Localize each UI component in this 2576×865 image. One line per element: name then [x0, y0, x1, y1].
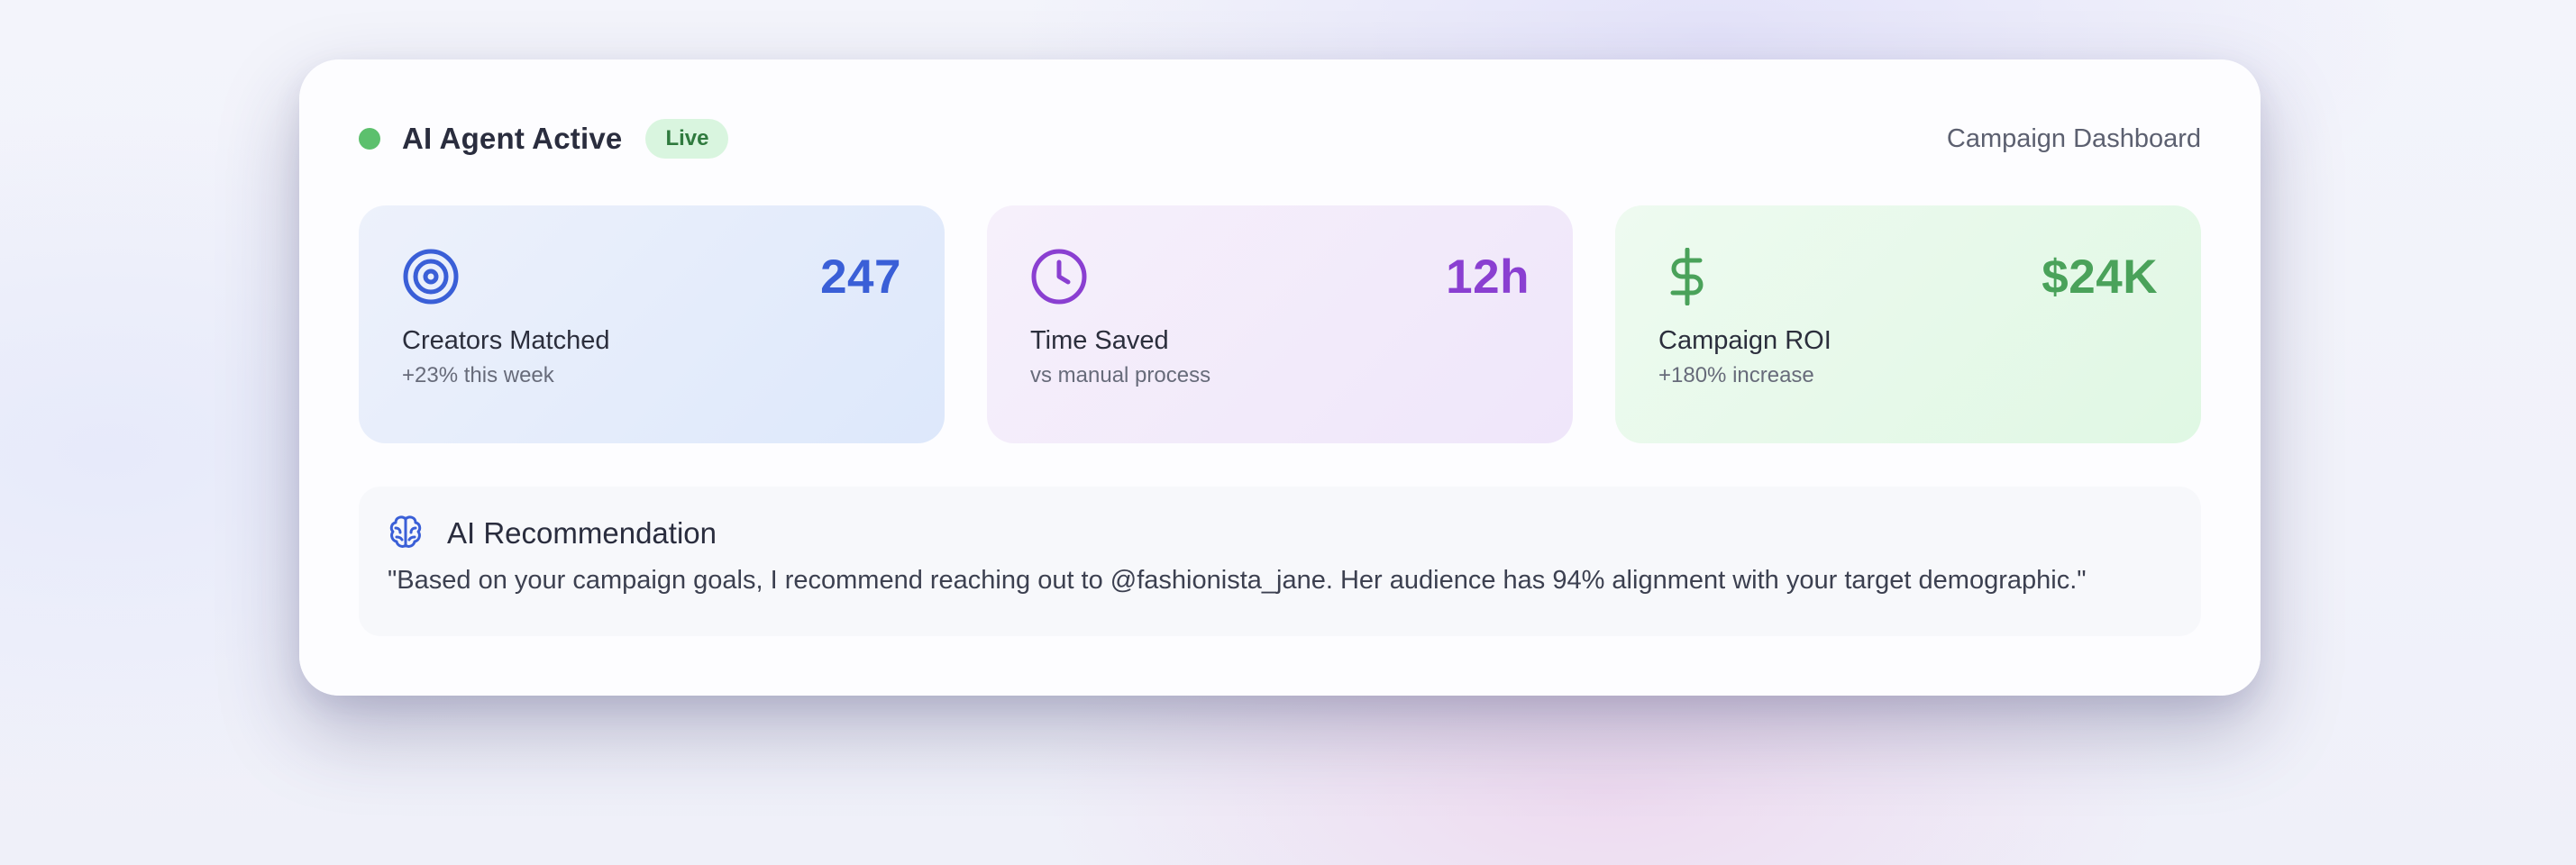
- ai-recommendation-panel: AI Recommendation "Based on your campaig…: [359, 487, 2201, 636]
- campaign-dashboard-link[interactable]: Campaign Dashboard: [1947, 124, 2201, 154]
- stat-subtext: +180% increase: [1658, 363, 1814, 387]
- recommendation-title: AI Recommendation: [447, 516, 717, 550]
- stat-subtext: vs manual process: [1030, 363, 1211, 387]
- dollar-icon: [1658, 248, 1716, 305]
- agent-status-title: AI Agent Active: [402, 122, 623, 155]
- stat-value: 12h: [1446, 250, 1530, 304]
- target-icon: [402, 248, 460, 305]
- stat-card-creators-matched[interactable]: 247 Creators Matched +23% this week: [359, 205, 945, 443]
- status-dot: [359, 128, 380, 150]
- stat-value: $24K: [2042, 250, 2158, 304]
- stat-label: Time Saved: [1030, 326, 1169, 355]
- clock-icon: [1030, 248, 1088, 305]
- stat-value: 247: [820, 250, 901, 304]
- card-header: AI Agent Active Live Campaign Dashboard: [359, 119, 2201, 159]
- stat-card-campaign-roi[interactable]: $24K Campaign ROI +180% increase: [1615, 205, 2201, 443]
- stat-label: Creators Matched: [402, 326, 610, 355]
- stat-card-time-saved[interactable]: 12h Time Saved vs manual process: [987, 205, 1573, 443]
- live-badge: Live: [645, 119, 729, 159]
- agent-status: AI Agent Active Live: [359, 119, 729, 159]
- stat-label: Campaign ROI: [1658, 326, 1832, 355]
- brain-icon: [388, 514, 424, 554]
- stat-subtext: +23% this week: [402, 363, 554, 387]
- dashboard-card: AI Agent Active Live Campaign Dashboard …: [299, 59, 2261, 696]
- recommendation-text: "Based on your campaign goals, I recomme…: [388, 566, 2087, 595]
- stats-row: 247 Creators Matched +23% this week 12h …: [359, 205, 2201, 443]
